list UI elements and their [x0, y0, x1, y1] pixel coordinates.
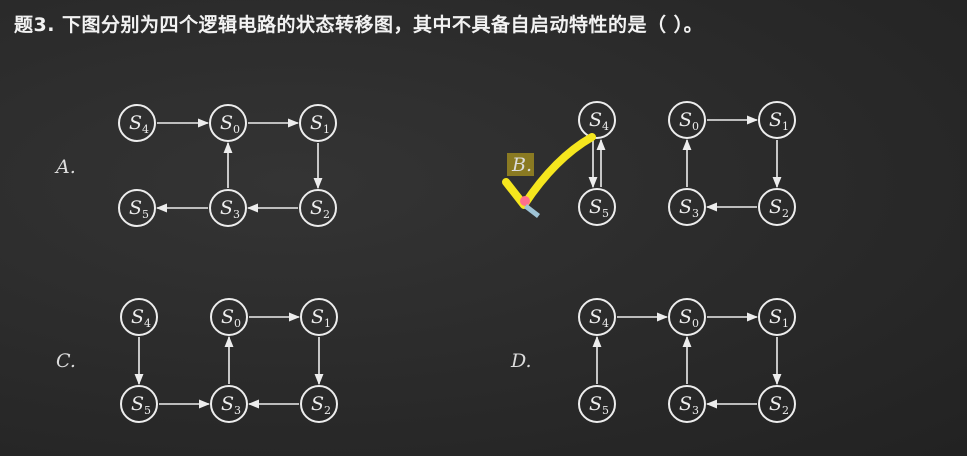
state-s4: S4 [120, 298, 158, 336]
state-s1: S1 [300, 298, 338, 336]
state-diagrams-board: A. B. C. D. S4 S0 S1 S5 S3 S2 S4 S5 S0 S1 S3 S2 S4… [54, 101, 796, 423]
state-s2: S2 [758, 188, 796, 226]
state-s5: S5 [120, 385, 158, 423]
state-label: S1 [311, 306, 331, 330]
state-label: S5 [589, 196, 609, 220]
state-label: S1 [310, 112, 330, 136]
state-label: S2 [769, 393, 789, 417]
state-s5: S5 [578, 188, 616, 226]
option-d-label: D. [510, 350, 532, 372]
state-s0: S0 [209, 104, 247, 142]
state-s2: S2 [758, 385, 796, 423]
state-s2: S2 [300, 385, 338, 423]
diagram-d: S4 S0 S1 S5 S3 S2 [578, 298, 796, 423]
state-s4: S4 [118, 104, 156, 142]
state-label: S5 [129, 197, 149, 221]
diagram-b: S4 S5 S0 S1 S3 S2 [578, 101, 796, 226]
state-label: S5 [131, 393, 151, 417]
state-label: S0 [679, 306, 699, 330]
state-s1: S1 [299, 104, 337, 142]
state-s3: S3 [210, 385, 248, 423]
state-label: S2 [769, 196, 789, 220]
state-label: S0 [679, 109, 699, 133]
state-s3: S3 [668, 385, 706, 423]
state-s5: S5 [118, 189, 156, 227]
state-s0: S0 [210, 298, 248, 336]
state-s5: S5 [578, 385, 616, 423]
state-label: S1 [769, 306, 789, 330]
state-label: S2 [311, 393, 331, 417]
state-s0: S0 [668, 298, 706, 336]
diagram-c: S4 S0 S1 S5 S3 S2 [120, 298, 338, 423]
state-label: S4 [589, 109, 609, 133]
option-b-label: B. [511, 154, 532, 176]
state-label: S1 [769, 109, 789, 133]
state-s0: S0 [668, 101, 706, 139]
state-s1: S1 [758, 298, 796, 336]
state-label: S5 [589, 393, 609, 417]
state-s3: S3 [209, 189, 247, 227]
state-label: S0 [221, 306, 241, 330]
option-c-label: C. [56, 350, 76, 372]
state-label: S3 [679, 393, 699, 417]
state-s4: S4 [578, 298, 616, 336]
state-s3: S3 [668, 188, 706, 226]
option-a-label: A. [54, 156, 76, 178]
state-label: S0 [220, 112, 240, 136]
state-label: S3 [221, 393, 241, 417]
state-label: S3 [220, 197, 240, 221]
diagram-a: S4 S0 S1 S5 S3 S2 [118, 104, 337, 227]
state-s2: S2 [299, 189, 337, 227]
state-s1: S1 [758, 101, 796, 139]
state-label: S4 [131, 306, 151, 330]
state-label: S2 [310, 197, 330, 221]
state-label: S3 [679, 196, 699, 220]
state-s4: S4 [578, 101, 616, 139]
state-label: S4 [129, 112, 149, 136]
state-label: S4 [589, 306, 609, 330]
